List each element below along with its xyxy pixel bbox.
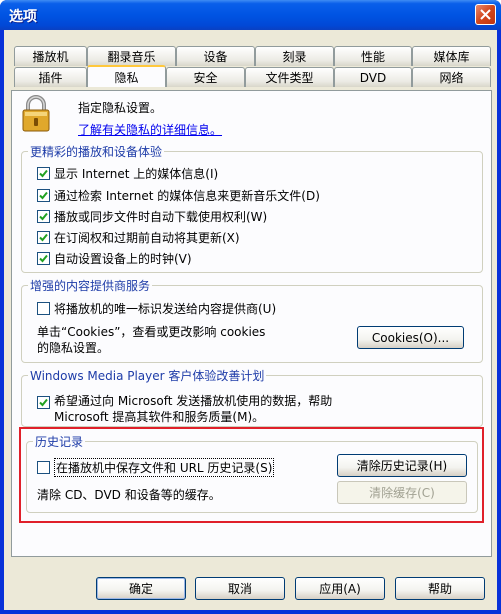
options-dialog: 选项 播放机 翻录音乐 设备 刻录 性能 媒体库 插件 隐私 安全 文件类型 D… [0, 0, 501, 614]
tab-burn[interactable]: 刻录 [255, 46, 334, 66]
lock-icon [22, 95, 50, 136]
cookies-button[interactable]: Cookies(O)... [357, 326, 464, 349]
checkbox-set-device-clock[interactable]: 自动设置设备上的时钟(V) [37, 250, 192, 267]
group-title: 增强的内容提供商服务 [28, 277, 153, 294]
apply-button[interactable]: 应用(A) [295, 577, 385, 600]
cancel-button[interactable]: 取消 [195, 577, 285, 600]
ok-button[interactable]: 确定 [96, 577, 186, 600]
window-title: 选项 [9, 9, 37, 25]
privacy-description: 指定隐私设置。 [78, 101, 163, 115]
tab-library[interactable]: 媒体库 [412, 46, 491, 66]
group-title: 更精彩的播放和设备体验 [28, 143, 165, 160]
close-button[interactable] [475, 4, 496, 25]
tab-performance[interactable]: 性能 [334, 46, 412, 66]
tab-file-types[interactable]: 文件类型 [245, 67, 334, 87]
checkbox-unchecked[interactable] [37, 302, 50, 315]
group-title: Windows Media Player 客户体验改善计划 [28, 367, 267, 384]
tab-network[interactable]: 网络 [412, 67, 491, 87]
close-icon [480, 9, 491, 20]
checkbox-send-unique-id[interactable]: 将播放机的唯一标识发送给内容提供商(U) [37, 300, 276, 317]
tab-player[interactable]: 播放机 [14, 46, 87, 66]
checkbox-checked[interactable] [37, 231, 50, 244]
highlight-box [19, 427, 484, 523]
checkbox-ceip[interactable]: 希望通过向 Microsoft 发送播放机使用的数据，帮助 Microsoft … [37, 393, 332, 425]
checkbox-update-music-files[interactable]: 通过检索 Internet 的媒体信息来更新音乐文件(D) [37, 187, 320, 204]
tab-security[interactable]: 安全 [166, 67, 245, 87]
cookies-description-line1: 单击“Cookies”，查看或更改影响 cookies [37, 325, 266, 339]
checkbox-checked[interactable] [37, 189, 50, 202]
checkbox-download-usage-rights[interactable]: 播放或同步文件时自动下载使用权利(W) [37, 208, 267, 225]
title-bar[interactable]: 选项 [0, 0, 501, 30]
tab-plugins[interactable]: 插件 [14, 67, 87, 87]
privacy-info-link[interactable]: 了解有关隐私的详细信息。 [78, 121, 222, 138]
help-button[interactable]: 帮助 [395, 577, 485, 600]
tab-rip-music[interactable]: 翻录音乐 [87, 46, 176, 66]
checkbox-auto-renew-subscriptions[interactable]: 在订阅权和过期前自动将其更新(X) [37, 229, 240, 246]
tab-devices[interactable]: 设备 [176, 46, 255, 66]
checkbox-checked[interactable] [37, 210, 50, 223]
checkbox-checked[interactable] [37, 167, 50, 180]
checkbox-checked[interactable] [37, 396, 50, 409]
checkbox-show-media-info[interactable]: 显示 Internet 上的媒体信息(I) [37, 165, 218, 182]
cookies-description-line2: 的隐私设置。 [37, 341, 110, 355]
tab-dvd[interactable]: DVD [334, 67, 412, 87]
checkbox-checked[interactable] [37, 252, 50, 265]
tab-privacy[interactable]: 隐私 [87, 65, 166, 87]
